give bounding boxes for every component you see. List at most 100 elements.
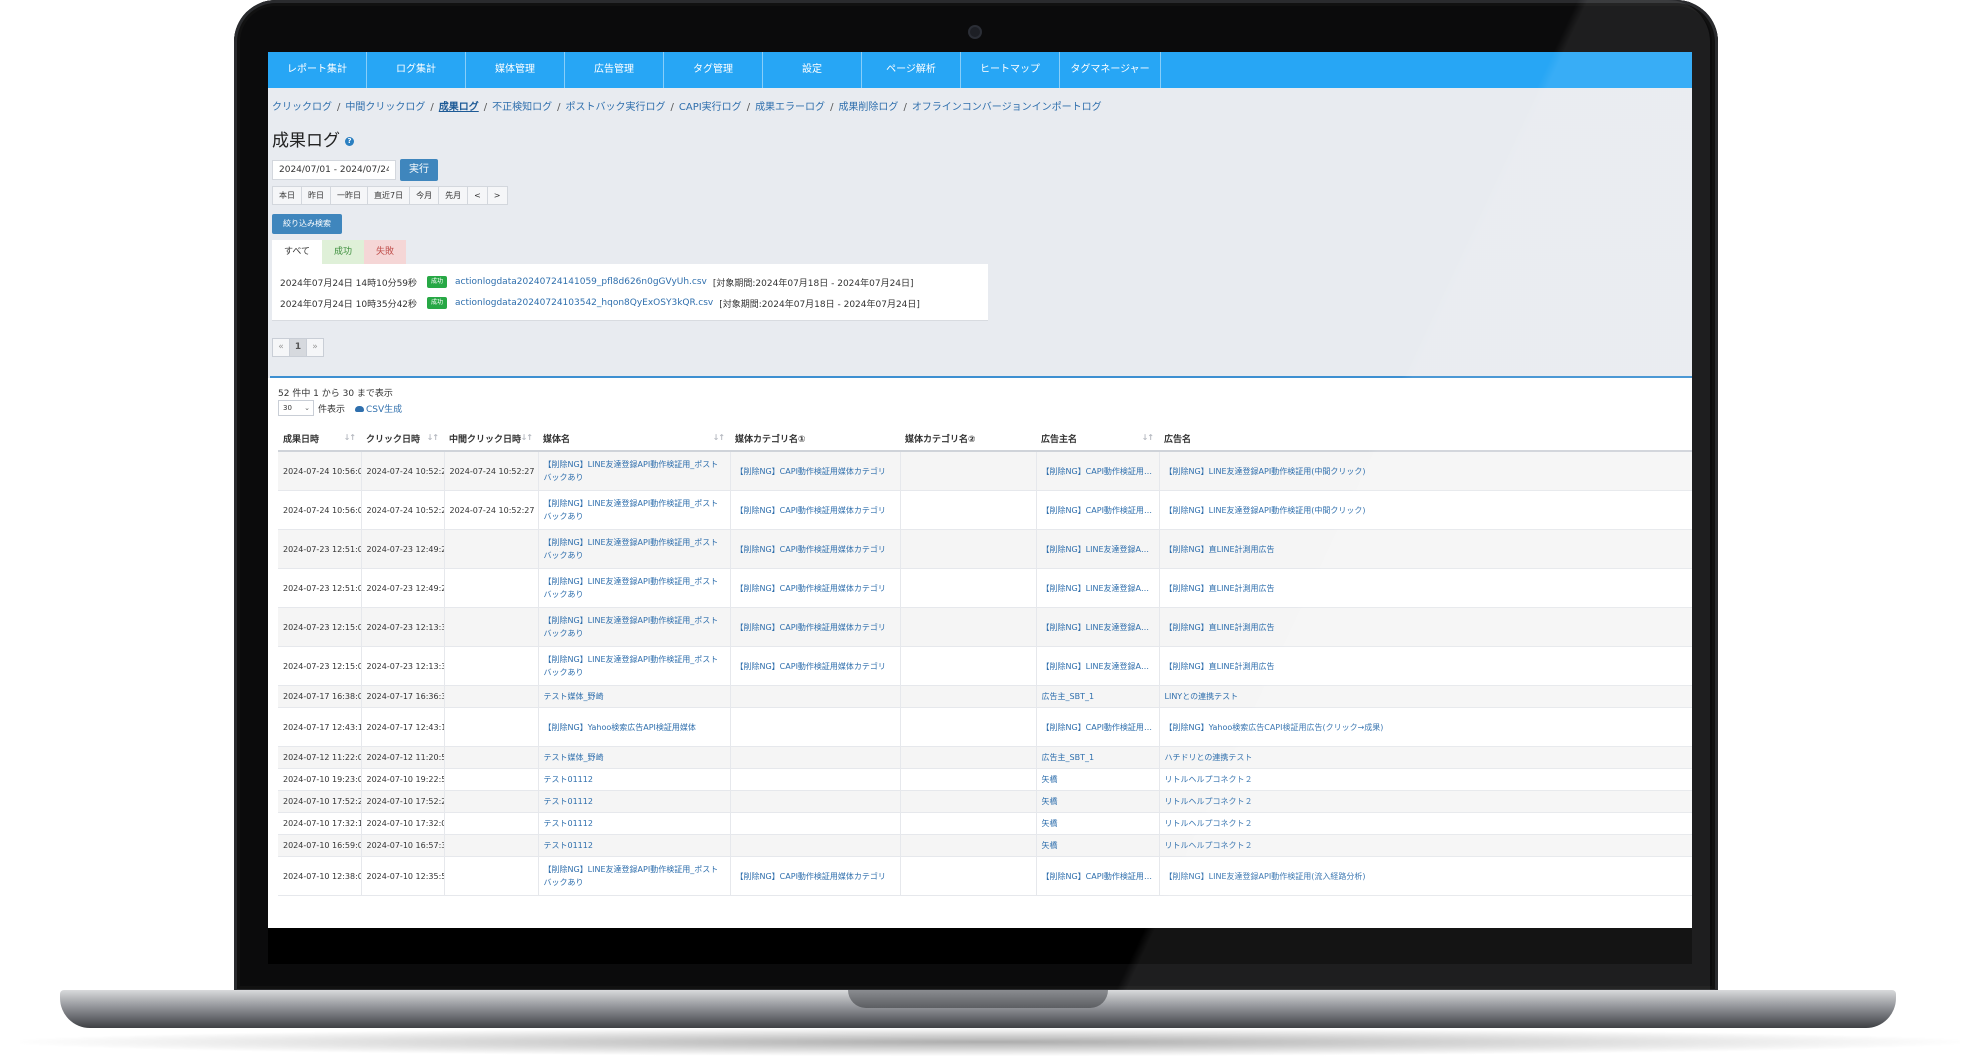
sort-icon[interactable]: ↓↑ bbox=[427, 433, 439, 442]
table-cell[interactable]: 矢橋 bbox=[1036, 834, 1160, 857]
table-cell[interactable]: 【削除NG】CAPI動作検証用広... bbox=[1036, 856, 1160, 896]
pager-prev[interactable]: « bbox=[272, 338, 290, 357]
table-cell[interactable]: リトルヘルプコネクト２ bbox=[1159, 834, 1692, 857]
results-table-wrapper[interactable]: 成果日時 ↓↑ クリック日時 ↓↑ 中間クリック日時 ↓↑ 媒体名 ↓↑ 媒体カテゴリ名① 媒体カ… bbox=[278, 426, 1692, 928]
column-header[interactable]: 媒体カテゴリ名① bbox=[730, 426, 900, 452]
sort-icon[interactable]: ↓↑ bbox=[344, 433, 356, 442]
tab-fail[interactable]: 失敗 bbox=[364, 240, 407, 264]
table-cell[interactable]: 【削除NG】LINE友達登録API動作検証用(中間クリック) bbox=[1159, 490, 1692, 530]
quick-range-button[interactable]: 今月 bbox=[409, 186, 440, 205]
table-cell[interactable]: 【削除NG】直LINE計測用広告 bbox=[1159, 646, 1692, 686]
table-cell[interactable]: 【削除NG】Yahoo検索広告CAPI検証用広告(クリック→成果) bbox=[1159, 707, 1692, 747]
breadcrumb-item[interactable]: クリックログ bbox=[272, 102, 332, 113]
breadcrumb-item[interactable]: オフラインコンバージョンインポートログ bbox=[912, 102, 1102, 113]
table-cell[interactable]: テスト01112 bbox=[538, 768, 731, 791]
nav-item[interactable]: ログ集計 bbox=[367, 52, 466, 88]
date-range-input[interactable] bbox=[272, 160, 396, 180]
table-cell[interactable]: テスト01112 bbox=[538, 834, 731, 857]
nav-item[interactable]: タグマネージャー bbox=[1060, 52, 1161, 88]
table-cell[interactable]: 【削除NG】LINE友達登録API... bbox=[1036, 568, 1160, 608]
file-download-link[interactable]: actionlogdata20240724141059_pfl8d626n0gG… bbox=[455, 277, 707, 287]
table-cell[interactable]: 【削除NG】CAPI動作検証用媒体カテゴリ bbox=[730, 529, 901, 569]
table-cell[interactable]: 【削除NG】直LINE計測用広告 bbox=[1159, 529, 1692, 569]
table-cell[interactable]: テスト媒体_野崎 bbox=[538, 746, 731, 769]
table-cell[interactable]: 広告主_SBT_1 bbox=[1036, 746, 1160, 769]
breadcrumb-item[interactable]: 成果ログ bbox=[439, 102, 479, 113]
nav-item[interactable]: レポート集計 bbox=[268, 52, 367, 88]
table-cell[interactable]: 【削除NG】LINE友達登録API動作検証用_ポストバックあり bbox=[538, 856, 731, 896]
quick-range-button[interactable]: 昨日 bbox=[301, 186, 331, 205]
table-cell[interactable]: 【削除NG】LINE友達登録API... bbox=[1036, 607, 1160, 647]
table-cell[interactable]: 【削除NG】LINE友達登録API... bbox=[1036, 646, 1160, 686]
column-header[interactable]: 中間クリック日時 ↓↑ bbox=[444, 426, 538, 452]
quick-range-button[interactable]: < bbox=[467, 186, 488, 205]
sort-icon[interactable]: ↓↑ bbox=[1142, 433, 1154, 442]
table-cell[interactable]: 【削除NG】CAPI動作検証用媒体カテゴリ bbox=[730, 646, 901, 686]
table-cell[interactable]: 【削除NG】LINE友達登録API... bbox=[1036, 529, 1160, 569]
nav-item[interactable]: ヒートマップ bbox=[961, 52, 1060, 88]
table-cell[interactable]: 【削除NG】LINE友達登録API動作検証用_ポストバックあり bbox=[538, 568, 731, 608]
table-cell[interactable]: テスト01112 bbox=[538, 812, 731, 835]
filter-search-button[interactable]: 絞り込み検索 bbox=[272, 214, 342, 234]
table-cell[interactable]: 【削除NG】Yahoo検索広告API検証用媒体 bbox=[538, 707, 731, 747]
csv-generate-button[interactable]: CSV生成 bbox=[355, 402, 402, 415]
table-cell[interactable]: テスト01112 bbox=[538, 790, 731, 813]
table-cell[interactable]: 矢橋 bbox=[1036, 768, 1160, 791]
table-cell[interactable]: 【削除NG】直LINE計測用広告 bbox=[1159, 607, 1692, 647]
file-download-link[interactable]: actionlogdata20240724103542_hqon8QyExOSY… bbox=[455, 298, 713, 308]
breadcrumb-item[interactable]: CAPI実行ログ bbox=[679, 102, 742, 113]
table-cell[interactable]: 【削除NG】LINE友達登録API動作検証用_ポストバックあり bbox=[538, 490, 731, 530]
table-cell[interactable]: 【削除NG】直LINE計測用広告 bbox=[1159, 568, 1692, 608]
breadcrumb-item[interactable]: 中間クリックログ bbox=[345, 102, 425, 113]
breadcrumb-item[interactable]: 成果削除ログ bbox=[838, 102, 898, 113]
table-cell[interactable]: リトルヘルプコネクト２ bbox=[1159, 790, 1692, 813]
table-cell[interactable]: 【削除NG】CAPI動作検証用広... bbox=[1036, 451, 1160, 491]
table-cell[interactable]: 【削除NG】CAPI動作検証用広... bbox=[1036, 490, 1160, 530]
breadcrumb-item[interactable]: 不正検知ログ bbox=[492, 102, 552, 113]
nav-item[interactable]: タグ管理 bbox=[664, 52, 763, 88]
table-cell[interactable]: 【削除NG】LINE友達登録API動作検証用_ポストバックあり bbox=[538, 529, 731, 569]
table-cell[interactable]: LINYとの連携テスト bbox=[1159, 685, 1692, 708]
column-header[interactable]: 成果日時 ↓↑ bbox=[278, 426, 361, 452]
sort-icon[interactable]: ↓↑ bbox=[713, 433, 725, 442]
table-cell[interactable]: 【削除NG】CAPI動作検証用媒体カテゴリ bbox=[730, 568, 901, 608]
quick-range-button[interactable]: > bbox=[486, 186, 508, 205]
table-cell[interactable]: 【削除NG】LINE友達登録API動作検証用(流入経路分析) bbox=[1159, 856, 1692, 896]
sort-icon[interactable]: ↓↑ bbox=[1691, 433, 1692, 442]
sort-icon[interactable]: ↓↑ bbox=[521, 433, 533, 442]
quick-range-button[interactable]: 直近7日 bbox=[367, 186, 411, 205]
quick-range-button[interactable]: 本日 bbox=[272, 186, 302, 205]
nav-item[interactable]: 広告管理 bbox=[565, 52, 664, 88]
table-cell[interactable]: 【削除NG】LINE友達登録API動作検証用_ポストバックあり bbox=[538, 451, 731, 491]
quick-range-button[interactable]: 一昨日 bbox=[330, 186, 368, 205]
tab-all[interactable]: すべて bbox=[272, 240, 323, 264]
table-cell[interactable]: リトルヘルプコネクト２ bbox=[1159, 812, 1692, 835]
page-length-select[interactable]: 30 ⌄ bbox=[278, 400, 314, 416]
column-header[interactable]: 媒体名 ↓↑ bbox=[538, 426, 730, 452]
column-header[interactable]: 媒体カテゴリ名② bbox=[900, 426, 1036, 452]
table-cell[interactable]: 【削除NG】CAPI動作検証用媒体カテゴリ bbox=[730, 856, 901, 896]
pager-next[interactable]: » bbox=[306, 338, 324, 357]
table-cell[interactable]: 【削除NG】CAPI動作検証用媒体カテゴリ bbox=[730, 451, 901, 491]
column-header[interactable]: 広告主名 ↓↑ bbox=[1036, 426, 1159, 452]
quick-range-button[interactable]: 先月 bbox=[438, 186, 469, 205]
table-cell[interactable]: 矢橋 bbox=[1036, 812, 1160, 835]
nav-item[interactable]: 媒体管理 bbox=[466, 52, 565, 88]
help-icon[interactable]: ? bbox=[345, 136, 354, 146]
table-cell[interactable]: リトルヘルプコネクト２ bbox=[1159, 768, 1692, 791]
table-cell[interactable]: 【削除NG】LINE友達登録API動作検証用_ポストバックあり bbox=[538, 646, 731, 686]
tab-success[interactable]: 成功 bbox=[322, 240, 365, 264]
nav-item[interactable]: 設定 bbox=[763, 52, 862, 88]
column-header[interactable]: クリック日時 ↓↑ bbox=[361, 426, 444, 452]
table-cell[interactable]: 【削除NG】CAPI動作検証用広... bbox=[1036, 707, 1160, 747]
table-cell[interactable]: 【削除NG】CAPI動作検証用媒体カテゴリ bbox=[730, 607, 901, 647]
breadcrumb-item[interactable]: ポストバック実行ログ bbox=[566, 102, 666, 113]
table-cell[interactable]: 【削除NG】CAPI動作検証用媒体カテゴリ bbox=[730, 490, 901, 530]
table-cell[interactable]: 広告主_SBT_1 bbox=[1036, 685, 1160, 708]
table-cell[interactable]: 【削除NG】LINE友達登録API動作検証用_ポストバックあり bbox=[538, 607, 731, 647]
column-header[interactable]: 広告名 ↓↑ bbox=[1159, 426, 1692, 452]
run-button[interactable]: 実行 bbox=[400, 159, 438, 181]
table-cell[interactable]: 矢橋 bbox=[1036, 790, 1160, 813]
breadcrumb-item[interactable]: 成果エラーログ bbox=[755, 102, 825, 113]
table-cell[interactable]: ハチドリとの連携テスト bbox=[1159, 746, 1692, 769]
